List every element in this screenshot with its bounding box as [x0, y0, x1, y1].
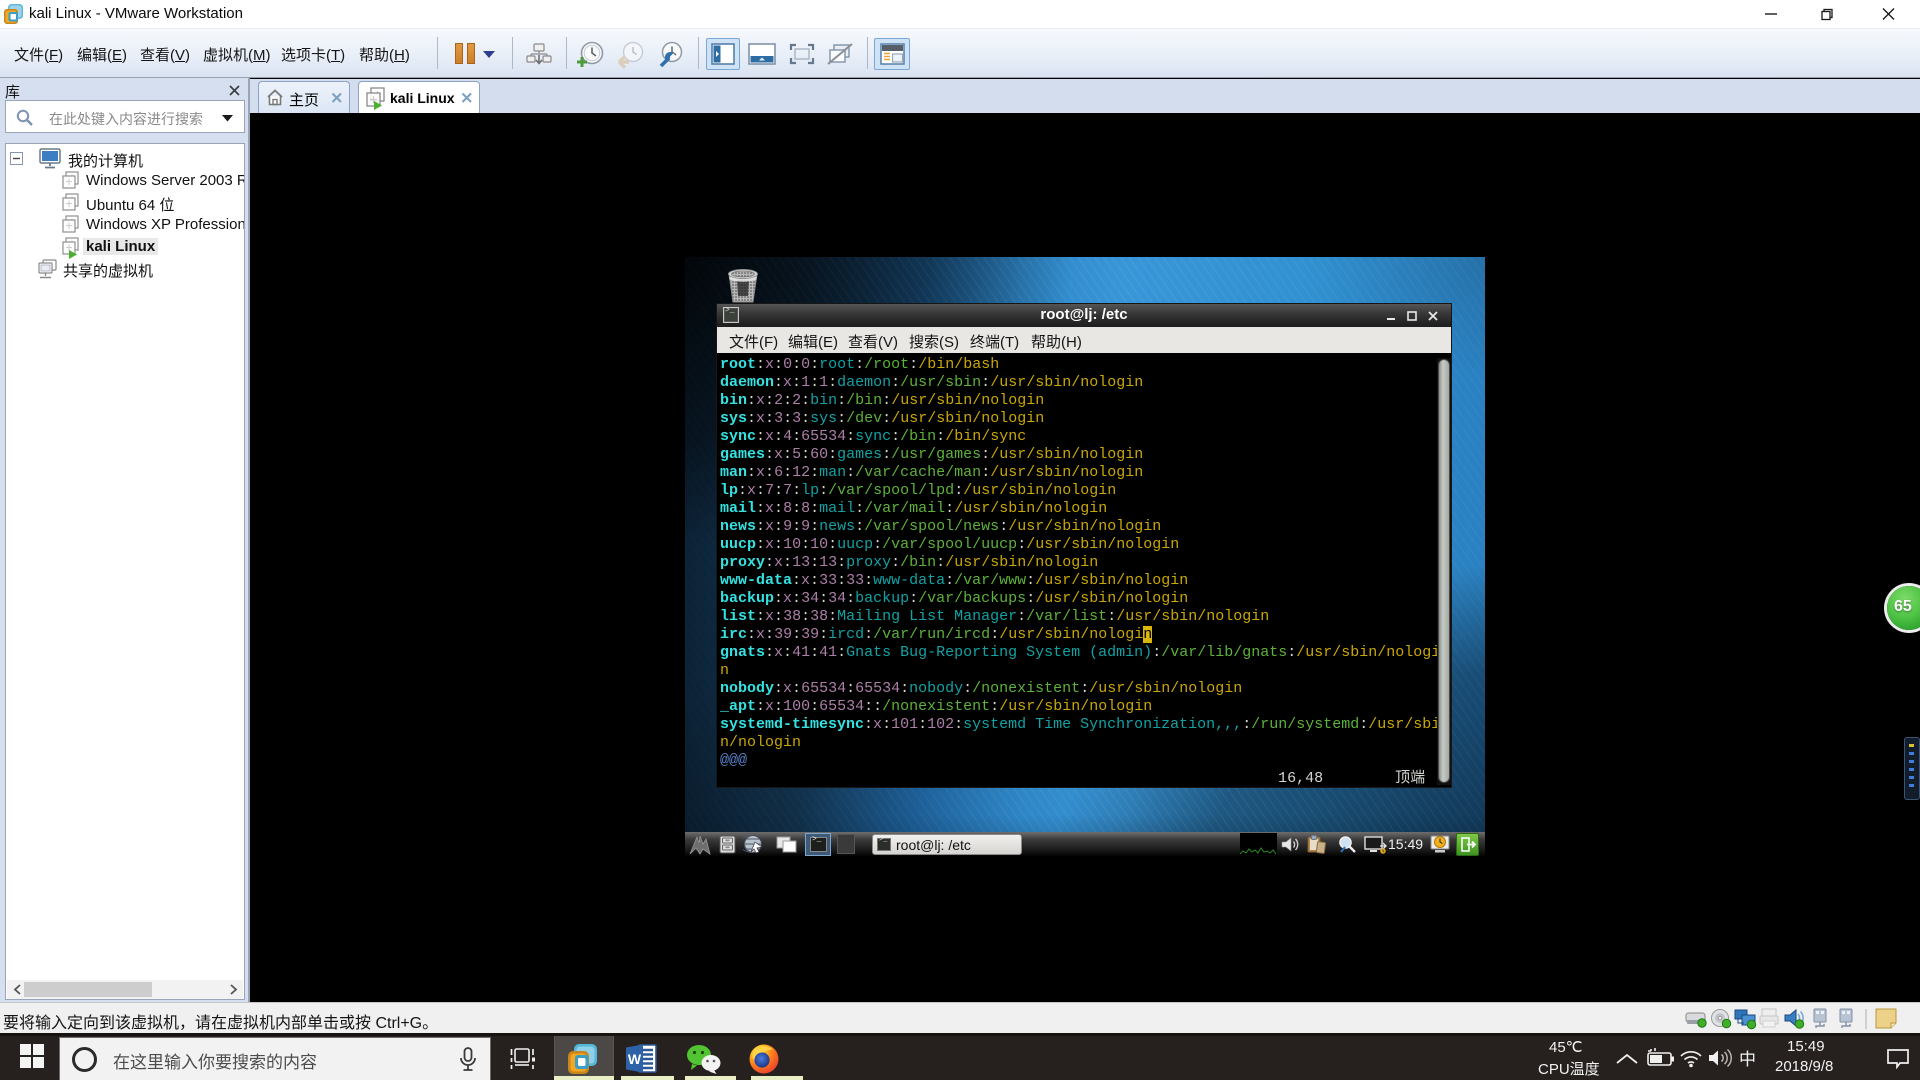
- svg-text:W: W: [628, 1051, 642, 1067]
